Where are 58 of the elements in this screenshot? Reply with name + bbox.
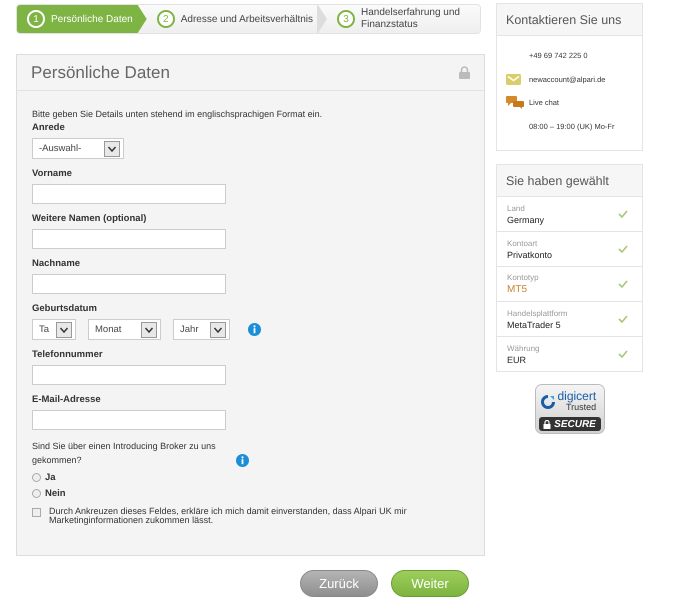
field-label: Geburtsdatum xyxy=(32,303,97,314)
step-number: 2 xyxy=(156,10,175,28)
step-number: 3 xyxy=(337,10,356,28)
info-icon[interactable] xyxy=(236,454,249,466)
lock-icon xyxy=(543,420,552,428)
summary-label: Währung xyxy=(507,344,540,352)
summary-label: Kontoart xyxy=(507,238,538,248)
seal-text: Trusted xyxy=(566,402,596,412)
field-label: Anrede xyxy=(32,122,65,133)
summary-label: Kontotyp xyxy=(507,273,539,282)
card-title: Sie haben gewählt xyxy=(506,174,609,188)
panel-title: Persönliche Daten xyxy=(31,62,170,82)
field-label: Vorname xyxy=(32,168,72,179)
consent-text: Durch Ankreuzen dieses Feldes, erkläre ich mich damit einverstanden, dass Alpari UK mir Marketinginformationen zukommen lässt. xyxy=(49,507,408,525)
step-number: 1 xyxy=(27,10,45,28)
brand-name: digicert xyxy=(558,390,596,402)
radio-label: Ja xyxy=(45,472,56,483)
intro-text: Bitte geben Sie Details unten stehend im englischsprachigen Format ein. xyxy=(32,109,324,119)
input-field[interactable] xyxy=(32,184,226,204)
summary-value: MetaTrader 5 xyxy=(507,320,562,330)
summary-value: MT5 xyxy=(507,284,528,295)
dropdown[interactable]: -Auswahl- xyxy=(32,138,124,159)
step-label: Persönliche Daten xyxy=(51,14,133,24)
info-icon[interactable] xyxy=(248,323,261,336)
seal-text: SECURE xyxy=(554,418,596,430)
card-title: Kontaktieren Sie uns xyxy=(506,12,622,26)
dropdown[interactable]: Ta xyxy=(32,319,76,340)
question-text: Sind Sie über einen Introducing Broker zu uns gekommen? xyxy=(32,440,217,467)
caret-icon xyxy=(141,322,157,338)
summary-label: Handelsplattform xyxy=(507,308,568,318)
field-label: Telefonnummer xyxy=(32,349,103,360)
input-field[interactable] xyxy=(32,365,226,385)
caret-icon xyxy=(104,140,120,156)
logo-icon xyxy=(540,394,556,410)
dropdown[interactable]: Jahr xyxy=(173,319,230,340)
field-label: Nachname xyxy=(32,258,80,269)
radio-button[interactable] xyxy=(32,489,41,498)
caret-icon xyxy=(56,322,72,338)
input-field[interactable] xyxy=(32,274,226,294)
step-label: Handelserfahrung und Finanzstatus xyxy=(361,7,461,31)
step-tab[interactable]: 2 Adresse und Arbeitsverhältnis xyxy=(146,5,328,33)
caret-icon xyxy=(210,322,226,338)
envelope-icon xyxy=(506,74,521,85)
field-label: Weitere Namen (optional) xyxy=(32,213,146,224)
summary-label: Land xyxy=(507,204,526,212)
checkbox[interactable] xyxy=(32,508,41,517)
speech-bubbles-icon xyxy=(506,96,524,110)
radio-button[interactable] xyxy=(32,473,41,482)
radio-label: Nein xyxy=(45,488,66,499)
summary-value: Privatkonto xyxy=(507,250,552,260)
summary-value: Germany xyxy=(507,214,544,224)
step-label: Adresse und Arbeitsverhältnis xyxy=(180,14,314,24)
input-field[interactable] xyxy=(32,410,226,430)
summary-value: EUR xyxy=(507,354,528,364)
input-field[interactable] xyxy=(32,229,226,249)
lock-icon xyxy=(459,66,470,79)
field-label: E-Mail-Adresse xyxy=(32,394,101,405)
dropdown[interactable]: Monat xyxy=(88,319,161,340)
